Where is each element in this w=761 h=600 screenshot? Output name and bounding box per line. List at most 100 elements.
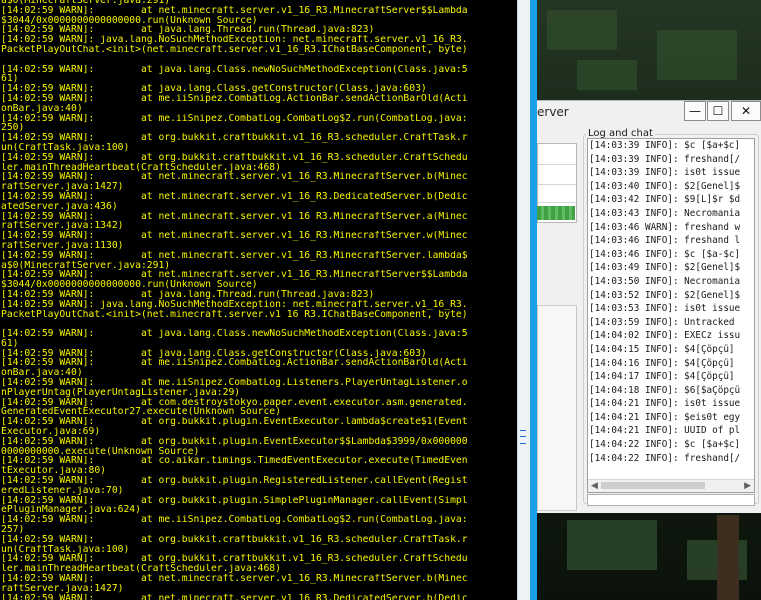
maximize-icon: ☐ — [712, 104, 724, 118]
console-line: [14:02:59 WARN]: at me.iiSnipez.CombatLo… — [1, 515, 468, 526]
console-line: [14:02:59 WARN]: at net.minecraft.server… — [1, 250, 468, 261]
window-accent-border — [530, 0, 537, 600]
log-output[interactable]: [14:03:39 INFO]: $c [$a+$c] [14:03:39 INF… — [587, 138, 755, 493]
console-line: ler.mainThreadHeartbeat(CraftScheduler.j… — [1, 162, 281, 173]
console-line: nPlayerUntag(PlayerUntagListener.java:29… — [1, 387, 241, 398]
server-gui-window[interactable]: erver — ☐ ✕ Log and chat [14:03:39 INFO]… — [537, 100, 761, 513]
server-console[interactable]: a$0(MinecraftServer.java:291) [14:02:59 W… — [0, 0, 517, 600]
console-line: [14:02:59 WARN]: at org.bukkit.plugin.Ev… — [1, 417, 468, 428]
console-line: [14:02:59 WARN]: at org.bukkit.plugin.Ev… — [1, 436, 468, 447]
console-line: [14:02:59 WARN]: at net.minecraft.server… — [1, 574, 468, 584]
console-line: 61) — [1, 74, 19, 85]
log-lines: [14:03:39 INFO]: $c [$a+$c] [14:03:39 INF… — [589, 139, 740, 465]
console-line: $3044/0x0000000000000000.run(Unknown Sou… — [1, 280, 258, 290]
log-line: [14:04:22 INFO]: $c [$a+$c] — [589, 439, 741, 451]
console-line: [14:02:59 WARN]: at java.lang.Class.getC… — [1, 84, 427, 94]
console-line: [14:02:59 WARN]: at java.lang.Thread.run… — [1, 289, 375, 300]
console-line: 0000000000.execute(Unknown Source) — [1, 446, 200, 457]
console-line: [14:02:59 WARN]: at net.minecraft.server… — [1, 211, 468, 222]
console-line: [14:02:59 WARN]: at net.minecraft.server… — [1, 593, 468, 600]
console-line: [14:02:59 WARN]: at org.bukkit.craftbukk… — [1, 534, 468, 545]
log-line: [14:04:22 INFO]: freshand[/ — [589, 452, 741, 464]
log-line: [14:03:40 INFO]: $2[Genel]$ — [589, 180, 741, 192]
console-line: GeneratedEventExecutor27.execute(Unknown… — [1, 407, 281, 418]
log-line: [14:03:49 INFO]: $2[Genel]$ — [589, 262, 741, 274]
console-line: 257) — [1, 525, 25, 535]
log-line: [14:04:21 INFO]: UUID of pl — [589, 425, 741, 437]
console-line: ler.mainThreadHeartbeat(CraftScheduler.j… — [1, 564, 281, 575]
console-line: [14:02:59 WARN]: at me.iiSnipez.CombatLo… — [1, 358, 468, 369]
console-line: [14:02:59 WARN]: at com.destroystokyo.pa… — [1, 397, 468, 408]
console-line: Executor.java:69) — [1, 427, 101, 437]
console-line: $3044/0x0000000000000000.run(Unknown Sou… — [1, 15, 258, 26]
log-line: [14:03:46 WARN]: freshand w — [589, 221, 741, 233]
console-line: [14:02:59 WARN]: at co.aikar.timings.Tim… — [1, 456, 468, 467]
console-line: [14:02:59 WARN]: at net.minecraft.server… — [1, 5, 468, 16]
console-line: [14:02:59 WARN]: at net.minecraft.server… — [1, 231, 468, 241]
log-line: [14:03:50 INFO]: Necromania — [589, 275, 741, 287]
player-list[interactable] — [537, 305, 577, 511]
log-line: [14:03:43 INFO]: Necromania — [589, 207, 741, 219]
console-line: ePluginManager.java:624) — [1, 505, 141, 516]
log-line: [14:04:15 INFO]: $4[Çöpçü] — [589, 343, 735, 355]
log-line: [14:03:59 INFO]: Untracked — [589, 316, 735, 328]
console-line: onBar.java:40) — [1, 368, 83, 379]
console-line: a$0(MinecraftServer.java:291) — [1, 260, 171, 271]
console-line: atedServer.java:436) — [1, 201, 118, 212]
console-line: [14:02:59 WARN]: at java.lang.Class.newN… — [1, 64, 468, 75]
console-line: raftServer.java:1427) — [1, 182, 124, 192]
scrollbar-grip-icon[interactable] — [520, 430, 526, 444]
log-line: [14:04:21 INFO]: $eis0t egy — [589, 411, 741, 423]
window-title: erver — [537, 105, 569, 119]
horizontal-scrollbar[interactable]: ◀ ▶ — [588, 479, 754, 492]
close-icon: ✕ — [740, 104, 752, 118]
console-line: raftServer.java:1427) — [1, 583, 124, 594]
close-button[interactable]: ✕ — [731, 101, 761, 121]
console-line: PacketPlayOutChat.<init>(net.minecraft.s… — [1, 44, 468, 55]
console-line: 61) — [1, 338, 19, 349]
console-line: [14:02:59 WARN]: at java.lang.Class.getC… — [1, 348, 427, 359]
console-line: raftServer.java:1130) — [1, 240, 124, 251]
console-line: raftServer.java:1342) — [1, 221, 124, 232]
scroll-thumb[interactable] — [601, 482, 705, 489]
console-line: [14:02:59 WARN]: at org.bukkit.plugin.Si… — [1, 495, 468, 506]
console-line: [14:02:59 WARN]: at net.minecraft.server… — [1, 172, 468, 183]
log-line: [14:04:18 INFO]: $6[$aÇöpçü — [589, 384, 741, 396]
minimize-button[interactable]: — — [684, 101, 706, 121]
console-line: [14:02:59 WARN]: java.lang.NoSuchMethodE… — [1, 35, 468, 45]
console-line: [14:02:59 WARN]: java.lang.NoSuchMethodE… — [1, 299, 468, 310]
scroll-right-icon[interactable]: ▶ — [744, 481, 751, 491]
console-output: a$0(MinecraftServer.java:291) [14:02:59 W… — [1, 0, 517, 600]
minimize-icon: — — [689, 104, 701, 118]
console-line: [14:02:59 WARN]: at net.minecraft.server… — [1, 270, 468, 281]
console-line: [14:02:59 WARN]: at me.iiSnipez.CombatLo… — [1, 113, 468, 124]
scroll-left-icon[interactable]: ◀ — [591, 481, 598, 491]
log-line: [14:04:17 INFO]: $4[Çöpçü] — [589, 371, 735, 383]
log-line: [14:04:16 INFO]: $4[Çöpçü] — [589, 357, 735, 369]
command-input[interactable] — [587, 494, 755, 506]
console-line: [14:02:59 WARN]: at me.iiSnipez.CombatLo… — [1, 378, 468, 388]
log-line: [14:04:21 INFO]: is0t issue — [589, 398, 741, 410]
console-line: [14:02:59 WARN]: at me.iiSnipez.CombatLo… — [1, 93, 468, 104]
log-line: [14:03:42 INFO]: $9[L]$r $d — [589, 194, 741, 206]
console-line: un(CraftTask.java:100) — [1, 142, 130, 153]
console-line: [14:02:59 WARN]: at java.lang.Thread.run… — [1, 25, 375, 36]
console-line: [14:02:59 WARN]: at net.minecraft.server… — [1, 191, 468, 202]
memory-graph — [537, 206, 575, 220]
log-line: [14:04:02 INFO]: EXECz issu — [589, 330, 741, 342]
log-line: [14:03:39 INFO]: is0t issue — [589, 167, 741, 179]
console-line: [14:02:59 WARN]: at org.bukkit.plugin.Re… — [1, 476, 468, 486]
log-line: [14:03:46 INFO]: $c [$a-$c] — [589, 248, 741, 260]
console-line: onBar.java:40) — [1, 103, 83, 114]
maximize-button[interactable]: ☐ — [707, 101, 729, 121]
console-line: PacketPlayOutChat.<init>(net.minecraft.s… — [1, 309, 468, 320]
console-line: eredListener.java:70) — [1, 485, 124, 496]
log-line: [14:03:52 INFO]: $2[Genel]$ — [589, 289, 741, 301]
console-line: un(CraftTask.java:100) — [1, 544, 130, 555]
console-line: [14:02:59 WARN]: at java.lang.Class.newN… — [1, 329, 468, 339]
console-scrollbar[interactable] — [517, 0, 530, 600]
log-line: [14:03:39 INFO]: $c [$a+$c] — [589, 140, 741, 151]
console-line: [14:02:59 WARN]: at org.bukkit.craftbukk… — [1, 152, 468, 163]
